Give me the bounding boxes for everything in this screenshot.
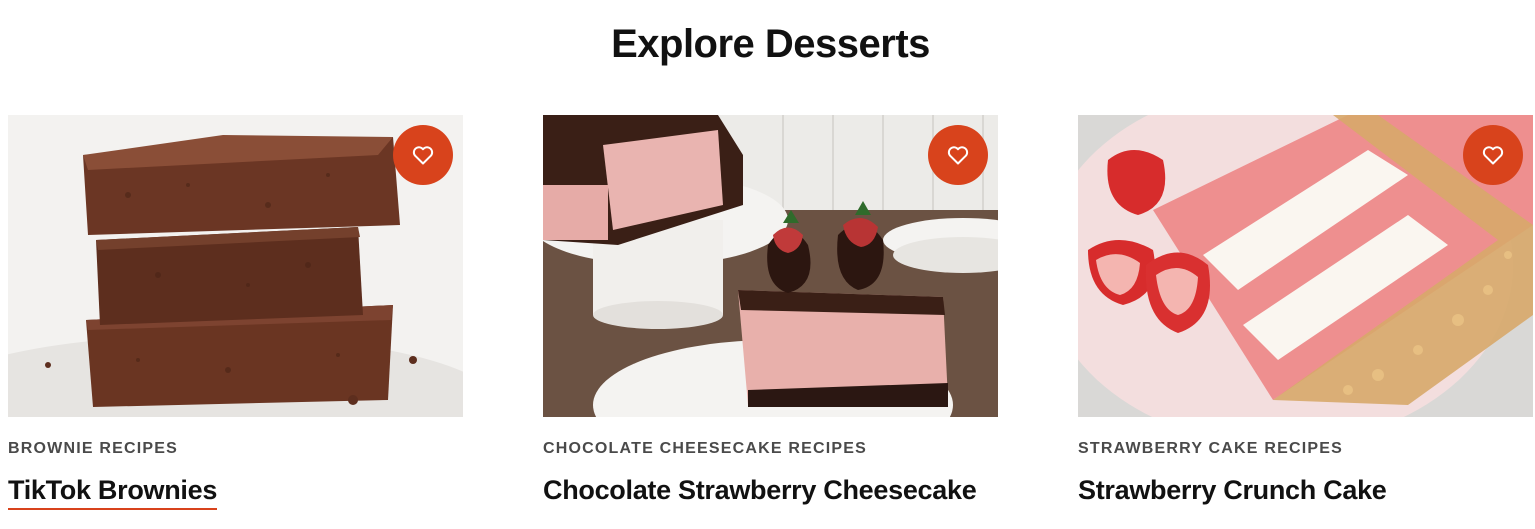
recipe-category-tag[interactable]: STRAWBERRY CAKE RECIPES xyxy=(1078,440,1343,458)
recipe-image-strawberry-cake[interactable] xyxy=(1078,115,1533,417)
recipe-card-tiktok-brownies[interactable]: BROWNIE RECIPES TikTok Brownies xyxy=(8,115,463,510)
heart-icon xyxy=(412,146,434,165)
recipe-image-brownies[interactable] xyxy=(8,115,463,417)
heart-icon xyxy=(947,146,969,165)
save-recipe-button[interactable] xyxy=(1463,125,1523,185)
save-recipe-button[interactable] xyxy=(928,125,988,185)
recipe-card-chocolate-strawberry-cheesecake[interactable]: CHOCOLATE CHEESECAKE RECIPES Chocolate S… xyxy=(543,115,998,505)
recipe-title-link[interactable]: Strawberry Crunch Cake xyxy=(1078,475,1387,506)
recipe-card-strawberry-crunch-cake[interactable]: STRAWBERRY CAKE RECIPES Strawberry Crunc… xyxy=(1078,115,1533,505)
heart-icon xyxy=(1482,146,1504,165)
recipe-title-link[interactable]: TikTok Brownies xyxy=(8,475,217,510)
save-recipe-button[interactable] xyxy=(393,125,453,185)
section-title: Explore Desserts xyxy=(611,22,930,66)
recipe-category-tag[interactable]: CHOCOLATE CHEESECAKE RECIPES xyxy=(543,440,867,458)
recipe-title-link[interactable]: Chocolate Strawberry Cheesecake xyxy=(543,475,977,506)
recipe-category-tag[interactable]: BROWNIE RECIPES xyxy=(8,440,178,458)
recipe-image-cheesecake[interactable] xyxy=(543,115,998,417)
